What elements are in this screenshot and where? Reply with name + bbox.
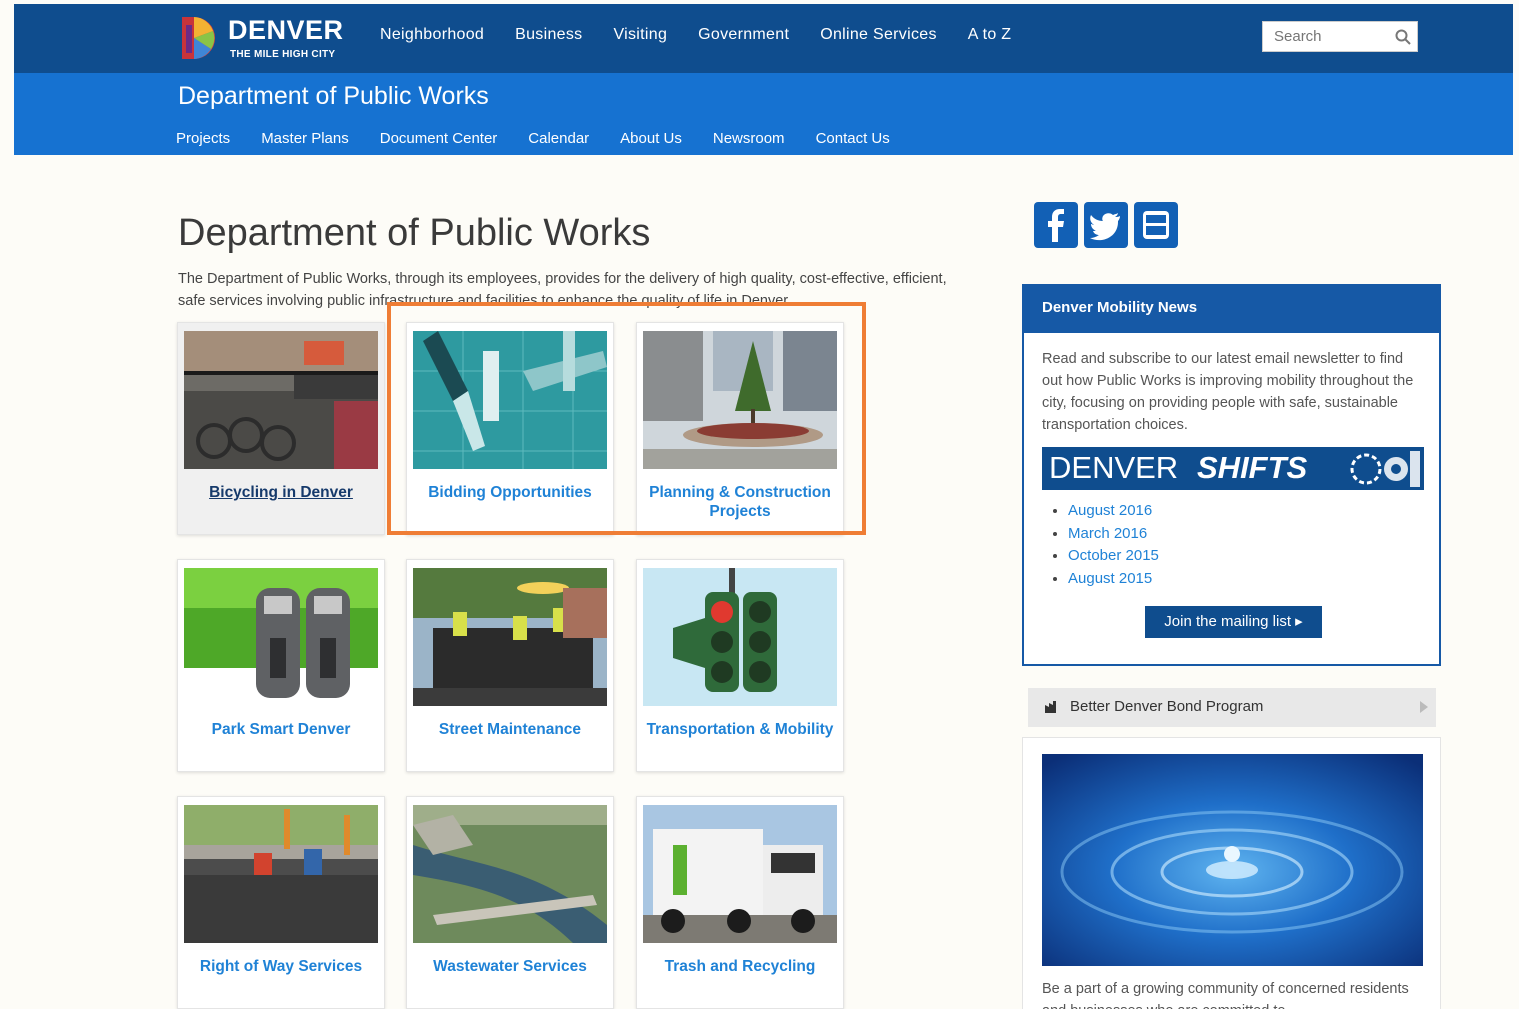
tile-label[interactable]: Wastewater Services bbox=[411, 957, 609, 976]
tile-label[interactable]: Bicycling in Denver bbox=[182, 483, 380, 502]
subnav-calendar[interactable]: Calendar bbox=[528, 130, 589, 147]
tile-label[interactable]: Right of Way Services bbox=[182, 957, 380, 976]
tile-transportation[interactable]: Transportation & Mobility bbox=[636, 559, 844, 772]
search-input[interactable] bbox=[1263, 22, 1383, 51]
search-icon[interactable] bbox=[1395, 29, 1411, 45]
tile-label[interactable]: Park Smart Denver bbox=[182, 720, 380, 739]
department-title[interactable]: Department of Public Works bbox=[178, 82, 489, 111]
subnav-document-center[interactable]: Document Center bbox=[380, 130, 498, 147]
subnav-newsroom[interactable]: Newsroom bbox=[713, 130, 785, 147]
tile-label[interactable]: Trash and Recycling bbox=[641, 957, 839, 976]
newsletter-link[interactable]: March 2016 bbox=[1068, 525, 1147, 542]
denver-logo-icon bbox=[182, 17, 215, 59]
park-smart-image bbox=[184, 568, 378, 706]
tile-right-of-way[interactable]: Right of Way Services bbox=[177, 796, 385, 1009]
search-box bbox=[1262, 21, 1418, 52]
denver-shifts-banner[interactable]: DENVER SHIFTS bbox=[1042, 447, 1424, 490]
banner-word-b: SHIFTS bbox=[1197, 450, 1308, 485]
nav-neighborhood[interactable]: Neighborhood bbox=[380, 26, 484, 44]
list-item: October 2015 bbox=[1068, 545, 1159, 568]
list-item: August 2015 bbox=[1068, 568, 1159, 591]
nav-online-services[interactable]: Online Services bbox=[820, 26, 937, 44]
list-item: August 2016 bbox=[1068, 500, 1159, 523]
water-drop-image[interactable] bbox=[1042, 754, 1423, 966]
chevron-right-icon bbox=[1420, 701, 1428, 713]
street-maintenance-image bbox=[413, 568, 607, 706]
gear-icon bbox=[1350, 451, 1420, 487]
list-item: March 2016 bbox=[1068, 523, 1159, 546]
tile-bicycling[interactable]: Bicycling in Denver bbox=[177, 322, 385, 535]
facebook-icon[interactable] bbox=[1034, 202, 1078, 248]
subnav-about-us[interactable]: About Us bbox=[620, 130, 682, 147]
tile-trash-recycling[interactable]: Trash and Recycling bbox=[636, 796, 844, 1009]
top-navigation-bar: DENVER THE MILE HIGH CITY Neighborhood B… bbox=[14, 4, 1513, 73]
mobility-news-body: Read and subscribe to our latest email n… bbox=[1042, 351, 1414, 433]
newsletter-link[interactable]: August 2015 bbox=[1068, 570, 1152, 587]
bicycling-image bbox=[184, 331, 378, 469]
tile-label[interactable]: Bidding Opportunities bbox=[411, 483, 609, 502]
newsletter-link[interactable]: August 2016 bbox=[1068, 502, 1152, 519]
bidding-image bbox=[413, 331, 607, 469]
nav-business[interactable]: Business bbox=[515, 26, 582, 44]
transportation-image bbox=[643, 568, 837, 706]
tile-bidding[interactable]: Bidding Opportunities bbox=[406, 322, 614, 535]
department-subnav: Projects Master Plans Document Center Ca… bbox=[176, 130, 921, 147]
join-mailing-list-button[interactable]: Join the mailing list ▸ bbox=[1145, 606, 1322, 638]
subnav-contact-us[interactable]: Contact Us bbox=[816, 130, 890, 147]
wastewater-image bbox=[413, 805, 607, 943]
subnav-master-plans[interactable]: Master Plans bbox=[261, 130, 349, 147]
newsletter-links: August 2016 March 2016 October 2015 Augu… bbox=[1068, 500, 1159, 590]
tile-label[interactable]: Planning & Construction Projects bbox=[641, 483, 839, 521]
bond-program-bar[interactable]: Better Denver Bond Program bbox=[1028, 688, 1436, 727]
tile-park-smart[interactable]: Park Smart Denver bbox=[177, 559, 385, 772]
tile-label[interactable]: Transportation & Mobility bbox=[641, 720, 839, 739]
nav-government[interactable]: Government bbox=[698, 26, 789, 44]
denver-logo[interactable]: DENVER THE MILE HIGH CITY bbox=[178, 13, 358, 65]
tile-planning[interactable]: Planning & Construction Projects bbox=[636, 322, 844, 535]
page-title: Department of Public Works bbox=[178, 212, 651, 254]
main-nav: Neighborhood Business Visiting Governmen… bbox=[380, 26, 1042, 44]
newsletter-link[interactable]: October 2015 bbox=[1068, 547, 1159, 564]
logo-tagline: THE MILE HIGH CITY bbox=[230, 49, 336, 60]
page-intro: The Department of Public Works, through … bbox=[178, 271, 947, 309]
bond-program-label: Better Denver Bond Program bbox=[1070, 698, 1264, 715]
twitter-icon[interactable] bbox=[1084, 202, 1128, 248]
tile-wastewater[interactable]: Wastewater Services bbox=[406, 796, 614, 1009]
mobility-news-heading: Denver Mobility News bbox=[1024, 286, 1439, 333]
tile-street-maintenance[interactable]: Street Maintenance bbox=[406, 559, 614, 772]
social-links bbox=[1034, 202, 1178, 248]
nav-visiting[interactable]: Visiting bbox=[613, 26, 667, 44]
tile-label[interactable]: Street Maintenance bbox=[411, 720, 609, 739]
planning-image bbox=[643, 331, 837, 469]
nav-a-to-z[interactable]: A to Z bbox=[968, 26, 1012, 44]
trash-recycling-image bbox=[643, 805, 837, 943]
banner-word-a: DENVER bbox=[1049, 450, 1179, 485]
youtube-icon[interactable] bbox=[1134, 202, 1178, 248]
water-promo-text: Be a part of a growing community of conc… bbox=[1042, 981, 1409, 1009]
right-of-way-image bbox=[184, 805, 378, 943]
logo-wordmark: DENVER bbox=[228, 15, 344, 45]
factory-icon bbox=[1045, 701, 1056, 713]
water-promo-card: Be a part of a growing community of conc… bbox=[1022, 737, 1441, 1009]
subnav-projects[interactable]: Projects bbox=[176, 130, 230, 147]
department-bar: Department of Public Works Projects Mast… bbox=[14, 73, 1513, 155]
mobility-news-panel: Denver Mobility News Read and subscribe … bbox=[1022, 284, 1441, 666]
